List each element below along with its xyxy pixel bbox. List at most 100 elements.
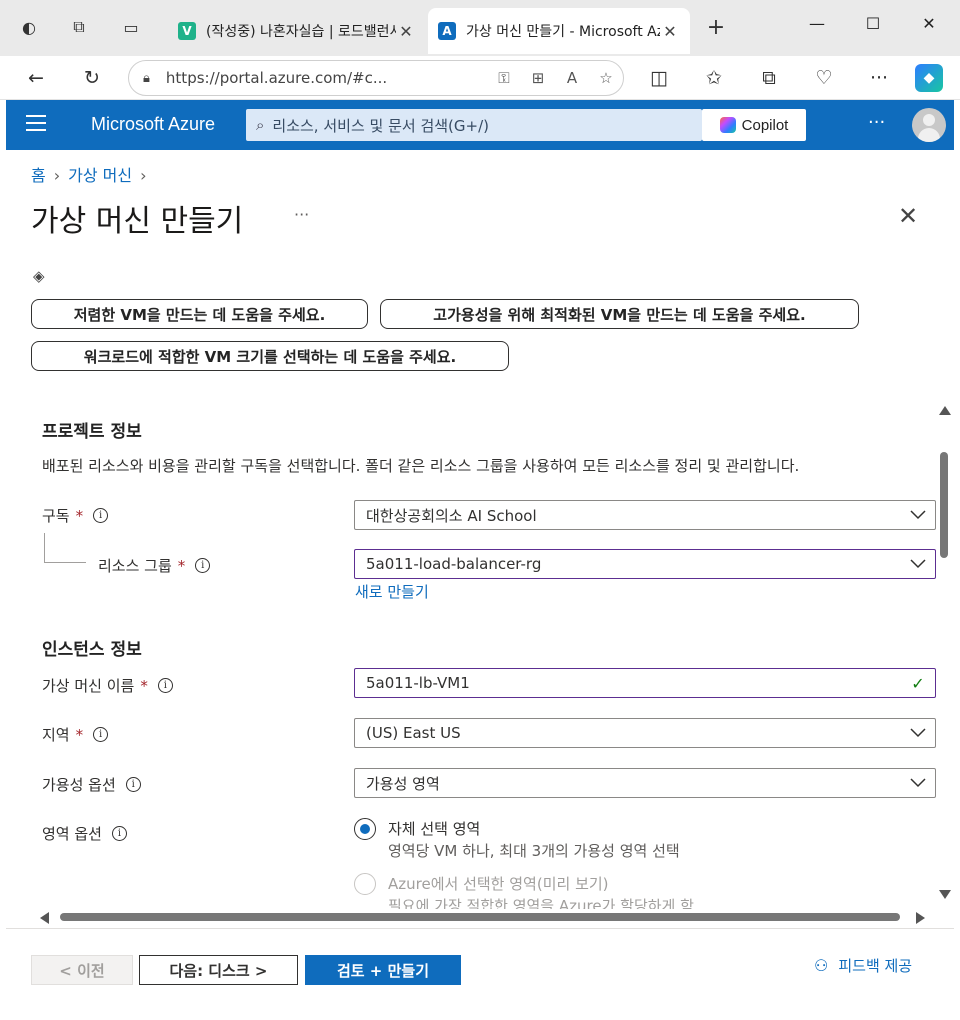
scroll-thumb[interactable]	[940, 452, 948, 558]
scroll-left-arrow-icon[interactable]	[40, 912, 49, 924]
vm-name-label: 가상 머신 이름 * i	[42, 675, 173, 696]
back-arrow-icon[interactable]: ←	[22, 64, 50, 92]
subscription-label: 구독 * i	[42, 505, 109, 526]
close-blade-icon[interactable]: ✕	[898, 202, 918, 230]
tab-lab-notes[interactable]: V (작성중) 나혼자실습 | 로드밸런서 ✕	[168, 8, 426, 54]
radio-title: 자체 선택 영역	[388, 820, 481, 838]
previous-button[interactable]: < 이전	[31, 955, 133, 985]
favorite-star-icon[interactable]: ☆	[589, 69, 623, 87]
radio-unselected[interactable]	[354, 873, 376, 895]
region-value: (US) East US	[366, 724, 461, 742]
required-mark: *	[75, 725, 84, 744]
address-bar: ← ↻ 🔒︎ https://portal.azure.com/#c... ⚿ …	[0, 56, 960, 100]
region-label: 지역 * i	[42, 724, 109, 745]
resource-group-value: 5a011-load-balancer-rg	[366, 555, 542, 573]
info-icon[interactable]: i	[157, 678, 173, 693]
vm-name-input[interactable]: 5a011-lb-VM1 ✓	[354, 668, 936, 698]
info-icon[interactable]: i	[125, 777, 141, 792]
page-title: 가상 머신 만들기	[31, 204, 244, 239]
global-search-input[interactable]: ⌕ 리소스, 서비스 및 문서 검색(G+/)	[246, 109, 702, 141]
azure-brand[interactable]: Microsoft Azure	[91, 114, 215, 135]
url-text: https://portal.azure.com/#c...	[165, 69, 388, 87]
create-new-resource-group-link[interactable]: 새로 만들기	[355, 581, 429, 602]
subscription-dropdown[interactable]: 대한상공회의소 AI School	[354, 500, 936, 530]
browser-tab-bar: ◐ ⧉ ▭ V (작성중) 나혼자실습 | 로드밸런서 ✕ A 가상 머신 만들…	[0, 0, 960, 56]
profile-icon[interactable]: ◐	[16, 14, 42, 40]
avatar[interactable]	[912, 108, 946, 142]
maximize-button[interactable]: ☐	[858, 14, 888, 33]
required-mark: *	[177, 556, 186, 575]
suggestion-vm-size[interactable]: 워크로드에 적합한 VM 크기를 선택하는 데 도움을 주세요.	[31, 341, 509, 371]
scroll-up-arrow-icon[interactable]	[939, 406, 951, 415]
project-details-description: 배포된 리소스와 비용을 관리할 구독을 선택합니다. 폴더 같은 리소스 그룹…	[42, 457, 800, 475]
subscription-label-text: 구독	[42, 507, 70, 525]
review-create-button[interactable]: 검토 + 만들기	[305, 955, 461, 985]
url-field[interactable]: 🔒︎ https://portal.azure.com/#c... ⚿ ⊞ A …	[128, 60, 624, 96]
horizontal-scrollbar[interactable]	[36, 910, 930, 924]
suggestion-high-availability-vm[interactable]: 고가용성을 위해 최적화된 VM을 만드는 데 도움을 주세요.	[380, 299, 859, 329]
copilot-button[interactable]: Copilot	[702, 109, 806, 141]
availability-options-dropdown[interactable]: 가용성 영역	[354, 768, 936, 798]
breadcrumb-home[interactable]: 홈	[31, 166, 46, 185]
hamburger-menu-icon[interactable]	[26, 115, 46, 135]
new-tab-button[interactable]: +	[703, 14, 729, 40]
feedback-link[interactable]: ⚇ 피드백 제공	[814, 955, 912, 976]
scroll-thumb[interactable]	[60, 913, 900, 921]
zone-option-self-selected[interactable]: 자체 선택 영역 영역당 VM 하나, 최대 3개의 가용성 영역 선택	[354, 818, 680, 862]
region-dropdown[interactable]: (US) East US	[354, 718, 936, 748]
tab-create-vm[interactable]: A 가상 머신 만들기 - Microsoft Azure ✕	[428, 8, 690, 54]
subscription-value: 대한상공회의소 AI School	[366, 506, 537, 525]
resource-group-dropdown[interactable]: 5a011-load-balancer-rg	[354, 549, 936, 579]
scroll-down-arrow-icon[interactable]	[939, 890, 951, 899]
resource-group-label-text: 리소스 그룹	[98, 557, 172, 575]
azure-top-bar: Microsoft Azure ⌕ 리소스, 서비스 및 문서 검색(G+/) …	[6, 100, 954, 150]
chevron-down-icon	[901, 719, 935, 747]
wizard-footer: < 이전 다음: 디스크 > 검토 + 만들기 ⚇ 피드백 제공	[6, 928, 954, 1014]
region-label-text: 지역	[42, 726, 70, 744]
settings-more-icon[interactable]: ···	[865, 64, 893, 92]
feedback-icon: ⚇	[814, 956, 829, 975]
required-mark: *	[75, 506, 84, 525]
apps-icon[interactable]: ⊞	[521, 69, 555, 87]
required-mark: *	[140, 676, 148, 695]
refresh-icon[interactable]: ↻	[78, 64, 106, 92]
copilot-sidebar-icon[interactable]: ◆	[915, 64, 943, 92]
form-scroll-area[interactable]: 프로젝트 정보 배포된 리소스와 비용을 관리할 구독을 선택합니다. 폴더 같…	[6, 395, 938, 909]
info-icon[interactable]: i	[111, 826, 127, 841]
breadcrumb-virtual-machines[interactable]: 가상 머신	[68, 166, 132, 185]
vertical-scrollbar[interactable]	[938, 402, 952, 902]
vm-name-value: 5a011-lb-VM1	[366, 674, 470, 692]
copilot-label: Copilot	[741, 116, 789, 134]
vm-name-label-text: 가상 머신 이름	[42, 677, 135, 695]
tab-close-icon[interactable]: ✕	[660, 22, 680, 41]
browser-essentials-icon[interactable]: ♡	[810, 64, 838, 92]
tab-close-icon[interactable]: ✕	[396, 22, 416, 41]
zone-option-azure-selected[interactable]: Azure에서 선택한 영역(미리 보기) 필요에 가장 적합한 영역을 Azu…	[354, 873, 694, 909]
workspaces-icon[interactable]: ⧉	[66, 14, 92, 40]
minimize-button[interactable]: —	[802, 14, 832, 33]
title-more-icon[interactable]: ···	[294, 205, 309, 224]
radio-selected[interactable]	[354, 818, 376, 840]
info-icon[interactable]: i	[93, 727, 109, 742]
collections-icon[interactable]: ⧉	[755, 64, 783, 92]
favorites-icon[interactable]: ✩	[700, 64, 728, 92]
split-screen-icon[interactable]: ◫	[645, 64, 673, 92]
chevron-down-icon	[901, 501, 935, 529]
lock-icon[interactable]: 🔒︎	[143, 71, 150, 86]
window-close-button[interactable]: ✕	[914, 14, 944, 33]
info-icon[interactable]: i	[93, 508, 109, 523]
tree-connector	[44, 533, 86, 563]
key-icon[interactable]: ⚿	[487, 69, 521, 87]
next-disks-button[interactable]: 다음: 디스크 >	[139, 955, 298, 985]
zone-options-label: 영역 옵션 i	[42, 823, 127, 844]
availability-label-text: 가용성 옵션	[42, 776, 116, 794]
tab-actions-icon[interactable]: ▭	[118, 14, 144, 40]
read-aloud-icon[interactable]: A	[555, 69, 589, 87]
scroll-right-arrow-icon[interactable]	[916, 912, 925, 924]
suggestion-cheap-vm[interactable]: 저렴한 VM을 만드는 데 도움을 주세요.	[31, 299, 368, 329]
info-icon[interactable]: i	[195, 558, 211, 573]
copilot-suggestions-icon: ◈	[33, 267, 45, 285]
instance-details-heading: 인스턴스 정보	[42, 640, 142, 660]
search-icon: ⌕	[256, 116, 265, 134]
portal-more-icon[interactable]: ···	[868, 112, 885, 133]
